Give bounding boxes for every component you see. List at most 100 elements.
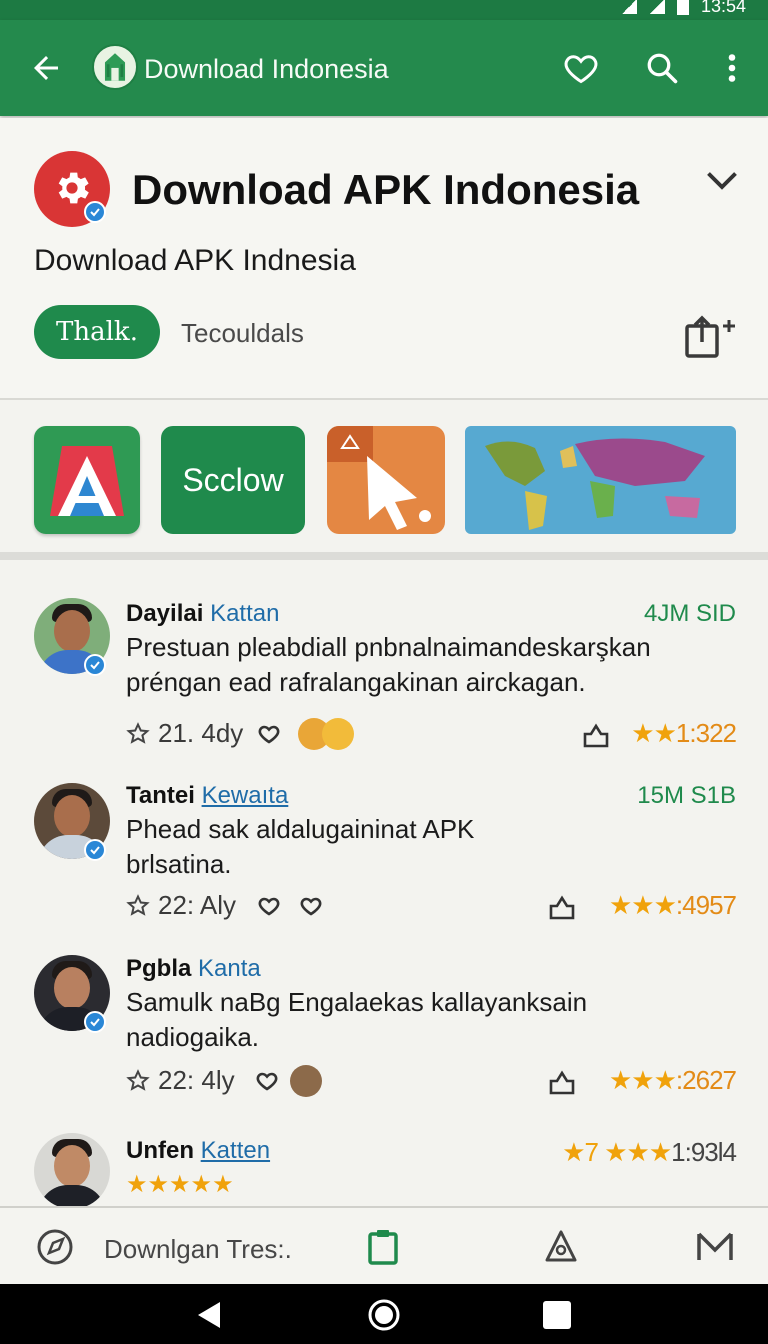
review-item: Dayilai Kattan 4JM SID Prestuan pleabdia…	[0, 568, 768, 768]
reviewer-name: Dayilai Kattan	[126, 600, 279, 628]
review-meta: 4JM SID	[643, 600, 736, 627]
rating-stars: ★★★	[608, 1065, 677, 1095]
screenshot-thumb-3[interactable]	[327, 426, 445, 534]
review-rating: ★★★:4957	[608, 890, 737, 921]
review-footer: 21. 4dy ★★1:322	[126, 718, 737, 758]
back-arrow-icon[interactable]	[28, 50, 64, 86]
app-header: Download APK Indonesia Download APK Indn…	[0, 118, 768, 400]
avatar-face	[54, 610, 90, 652]
clipboard-icon[interactable]	[364, 1228, 402, 1266]
reviewer-avatar[interactable]	[34, 955, 114, 1035]
app-subtitle: Download APK Indnesia	[34, 244, 356, 277]
verified-badge-icon	[84, 654, 106, 676]
search-icon[interactable]	[644, 50, 680, 86]
reviewer-name: Tantei Kewaıta	[126, 782, 288, 810]
verified-badge-icon	[84, 1011, 106, 1033]
rating-stars: ★★★	[608, 890, 677, 920]
secondary-link[interactable]: Tecouldals	[181, 318, 304, 349]
avatar-face	[54, 795, 90, 837]
reviewer-last-name: Kattan	[210, 600, 280, 627]
mail-icon[interactable]	[696, 1228, 734, 1266]
smile-emoji-icon	[322, 718, 354, 750]
upvote-icon[interactable]	[548, 1069, 576, 1095]
battery-icon	[676, 0, 689, 15]
review-date: 22: Aly	[158, 890, 237, 920]
app-logo-icon	[92, 44, 138, 90]
review-stars: ★★★★★	[126, 1171, 234, 1198]
rating-value: :2627	[675, 1065, 737, 1095]
wifi-icon	[648, 0, 665, 14]
reviewer-avatar[interactable]	[34, 783, 114, 863]
rating-value: 1:93l4	[671, 1137, 737, 1167]
avatar-face	[54, 1145, 90, 1187]
reviews-list: Dayilai Kattan 4JM SID Prestuan pleabdia…	[0, 568, 768, 1206]
reviewer-name: Pgbla Kanta	[126, 955, 261, 983]
avatar-face	[54, 967, 90, 1009]
bottom-navigation: Downlgan Tres:.	[0, 1206, 768, 1284]
review-text: Samulk naBg Engalaekas kallayanksain nad…	[126, 987, 588, 1052]
upvote-icon[interactable]	[548, 894, 576, 920]
compass-icon[interactable]	[36, 1228, 74, 1266]
upvote-icon[interactable]	[582, 722, 610, 748]
review-footer: 22: Aly ★★★:4957	[126, 890, 737, 930]
reviewer-avatar[interactable]	[34, 1133, 114, 1206]
heart-icon[interactable]	[256, 722, 282, 746]
share-add-icon[interactable]	[683, 312, 739, 358]
system-recents-icon[interactable]	[540, 1298, 574, 1332]
system-navigation-bar	[0, 1284, 768, 1344]
gear-icon	[58, 172, 89, 204]
rating-value: :4957	[675, 890, 737, 920]
heart-icon[interactable]	[563, 50, 599, 86]
review-footer: 22: 4ly ★★★:2627	[126, 1065, 737, 1105]
rating-stars: ★★	[631, 718, 677, 748]
review-text: Prestuan pleabdiall pnbnalnaimandeskarşk…	[126, 632, 651, 697]
reviewer-first-name: Pgbla	[126, 955, 192, 982]
review-rating: ★★★:2627	[608, 1065, 737, 1096]
verified-badge-icon	[84, 839, 106, 861]
review-rating: ★7 ★★★1:93l4	[562, 1137, 737, 1168]
app-icon	[34, 151, 110, 227]
heart-icon[interactable]	[298, 894, 324, 918]
review-text: Phead sak aldalugaininat APK brlsatina.	[126, 814, 475, 879]
reviewer-last-name: Kanta	[198, 955, 261, 982]
star-outline-icon[interactable]	[126, 1069, 150, 1093]
review-date: 22: 4ly	[158, 1065, 235, 1095]
review-item: Unfen Katten ★★★★★ ★7 ★★★1:93l4	[0, 1123, 768, 1206]
review-item: Tantei Kewaıta 15M S1B Phead sak aldalug…	[0, 768, 768, 943]
status-time: 13:54	[700, 0, 746, 16]
avatar-shirt	[38, 1185, 106, 1206]
screenshot-thumb-4[interactable]	[465, 426, 736, 534]
person-icon[interactable]	[542, 1228, 580, 1266]
chevron-down-icon[interactable]	[704, 166, 740, 196]
reviewer-avatar[interactable]	[34, 598, 114, 678]
reviewer-first-name: Unfen	[126, 1137, 194, 1164]
reviewer-first-name: Tantei	[126, 782, 195, 809]
rating-value: 1:322	[675, 718, 737, 748]
reaction-emoji-icon	[290, 1065, 322, 1097]
status-icons: 13:54	[620, 0, 746, 17]
reviewer-name: Unfen Katten	[126, 1137, 270, 1165]
screenshot-thumb-2[interactable]: Scclow	[161, 426, 305, 534]
system-home-icon[interactable]	[367, 1298, 401, 1332]
review-rating: ★★1:322	[631, 718, 737, 749]
reviewer-first-name: Dayilai	[126, 600, 204, 627]
review-meta: 15M S1B	[637, 782, 736, 809]
star-outline-icon[interactable]	[126, 894, 150, 918]
screenshots-carousel: Scclow	[0, 402, 768, 560]
star-outline-icon[interactable]	[126, 722, 150, 746]
heart-icon[interactable]	[254, 1069, 280, 1093]
review-date: 21. 4dy	[158, 718, 244, 748]
reviewer-last-name: Katten	[200, 1137, 271, 1164]
heart-icon[interactable]	[256, 894, 282, 918]
review-item: Pgbla Kanta Samulk naBg Engalaekas kalla…	[0, 943, 768, 1123]
rating-stars: ★7 ★★★	[562, 1137, 672, 1167]
avatar-photo	[34, 1133, 110, 1206]
signal-icon	[620, 0, 637, 14]
verified-badge-icon	[84, 201, 106, 223]
screenshot-thumb-1[interactable]	[34, 426, 140, 534]
bottom-bar-label[interactable]: Downlgan Tres:.	[104, 1234, 292, 1265]
system-back-icon[interactable]	[192, 1298, 226, 1332]
more-vert-icon[interactable]	[714, 50, 750, 86]
primary-action-button[interactable]: Thalk.	[34, 305, 160, 359]
app-bar: Download Indonesia	[0, 20, 768, 116]
